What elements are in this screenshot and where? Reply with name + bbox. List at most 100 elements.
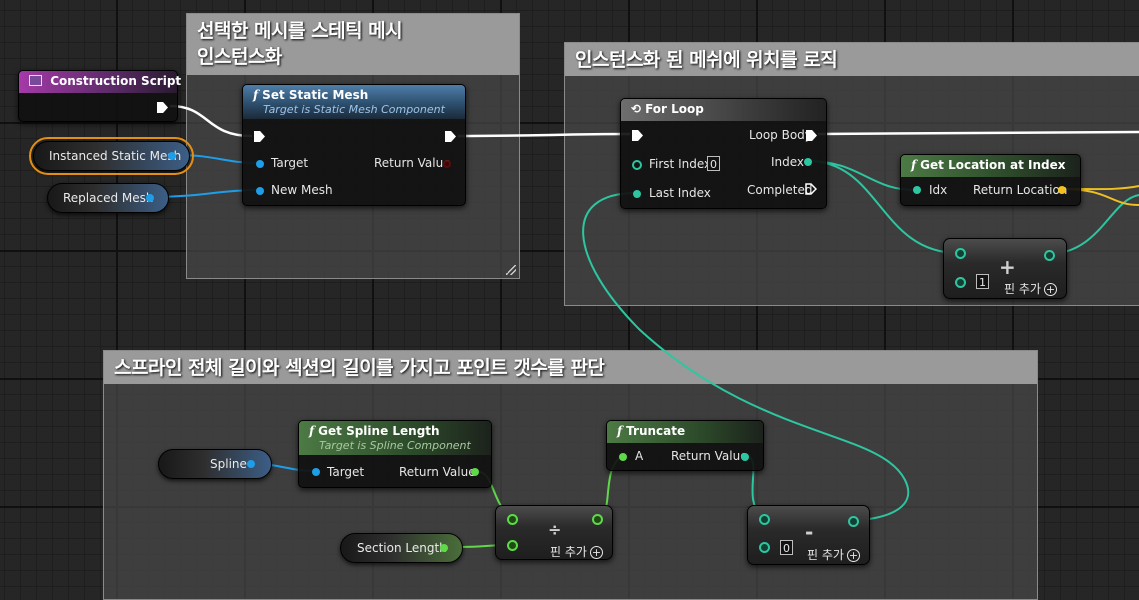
return-location-pin[interactable] [1058, 186, 1066, 194]
input-pin-a[interactable] [507, 514, 518, 525]
add-pin-label: 핀 추가 [1004, 282, 1041, 296]
add-pin-button[interactable]: 핀 추가 + [1004, 280, 1057, 297]
exec-out-pin[interactable] [445, 131, 456, 142]
pin-label-new-mesh: New Mesh [271, 183, 333, 197]
a-pin[interactable] [619, 453, 627, 461]
input-b-value[interactable]: 1 [976, 274, 989, 289]
pin-label-index: Index [771, 155, 805, 169]
input-pin-b[interactable] [507, 540, 518, 551]
function-icon: f [253, 88, 259, 102]
node-title: For Loop [645, 102, 704, 116]
last-index-pin[interactable] [633, 190, 641, 198]
plus-circle-icon: + [1043, 283, 1057, 296]
comment-title-line: 인스턴스화 [197, 46, 282, 68]
pin-label-return-value: Return Value [374, 156, 451, 170]
pin-label-target: Target [271, 156, 309, 170]
event-icon [29, 75, 42, 86]
function-icon: f [309, 424, 315, 438]
node-subtitle: Target is Static Mesh Component [263, 103, 445, 116]
truncate-node[interactable]: f Truncate A Return Value [606, 420, 764, 471]
node-title: Construction Script [50, 74, 182, 88]
first-index-input[interactable]: 0 [707, 156, 720, 171]
first-index-pin[interactable] [632, 160, 642, 170]
comment-title: 스프라인 전체 길이와 섹션의 길이를 가지고 포인트 갯수를 판단 [104, 351, 1037, 384]
add-pin-button[interactable]: 핀 추가 + [550, 543, 603, 560]
pin-label-return-location: Return Location [973, 183, 1068, 197]
object-out-pin[interactable] [247, 460, 255, 468]
target-pin[interactable] [256, 160, 264, 168]
new-mesh-pin[interactable] [256, 187, 264, 195]
add-pin-button[interactable]: 핀 추가 + [807, 546, 860, 563]
object-out-pin[interactable] [168, 152, 176, 160]
node-title: Truncate [626, 424, 686, 438]
return-value-pin[interactable] [741, 453, 749, 461]
add-int-node[interactable]: 1 + 핀 추가 + [943, 238, 1067, 299]
node-header: ⟲ For Loop [621, 99, 826, 121]
exec-in-pin[interactable] [632, 130, 643, 141]
input-b-value[interactable]: 0 [780, 540, 793, 555]
instanced-static-mesh-variable[interactable]: Instanced Static Mesh [29, 137, 194, 175]
node-title: Set Static Mesh [262, 88, 369, 102]
construction-script-node[interactable]: Construction Script [18, 70, 182, 122]
output-pin[interactable] [1044, 250, 1055, 261]
pin-label-last-index: Last Index [649, 186, 711, 200]
function-icon: f [617, 424, 623, 438]
completed-exec-pin[interactable] [805, 183, 817, 195]
pin-label-a: A [635, 449, 644, 463]
exec-in-pin[interactable] [254, 131, 265, 142]
comment-title: 인스턴스화 된 메쉬에 위치를 로직 [565, 43, 1139, 76]
pin-label-return-value: Return Value [671, 449, 748, 463]
pin-label-return-value: Return Value [399, 465, 476, 479]
subtract-operator-icon: - [805, 520, 814, 544]
node-header: f Get Location at Index [901, 155, 1080, 177]
idx-pin[interactable] [913, 186, 921, 194]
variable-label: Instanced Static Mesh [49, 149, 182, 163]
input-pin-a[interactable] [759, 514, 770, 525]
comment-title: 선택한 메시를 스테틱 메시 인스턴스화 [187, 14, 519, 75]
node-title: Get Location at Index [920, 158, 1066, 172]
input-pin-b[interactable] [955, 277, 966, 288]
object-out-pin[interactable] [146, 194, 154, 202]
get-location-at-index-node[interactable]: f Get Location at Index Idx Return Locati… [900, 154, 1081, 206]
add-pin-label: 핀 추가 [807, 548, 844, 562]
section-length-variable[interactable]: Section Length [340, 533, 463, 563]
node-header: f Truncate [607, 421, 763, 443]
add-operator-icon: + [999, 255, 1016, 279]
divide-float-node[interactable]: ÷ 핀 추가 + [495, 505, 613, 560]
node-subtitle: Target is Spline Component [319, 439, 471, 452]
for-loop-node[interactable]: ⟲ For Loop Loop Body First Index 0 Index … [620, 98, 827, 209]
pin-label-completed: Completed [747, 183, 813, 197]
subtract-int-node[interactable]: 0 - 핀 추가 + [747, 505, 870, 565]
set-static-mesh-node[interactable]: f Set Static Mesh Target is Static Mesh C… [242, 84, 466, 206]
index-pin[interactable] [804, 158, 812, 166]
spline-variable[interactable]: Spline [158, 449, 272, 479]
comment-title-line: 선택한 메시를 스테틱 메시 [197, 20, 403, 42]
pin-label-first-index: First Index [649, 157, 712, 171]
pin-label-idx: Idx [929, 183, 948, 197]
input-pin-a[interactable] [955, 248, 966, 259]
float-out-pin[interactable] [440, 544, 448, 552]
get-spline-length-node[interactable]: f Get Spline Length Target is Spline Comp… [298, 420, 492, 488]
target-pin[interactable] [312, 468, 320, 476]
output-pin[interactable] [848, 516, 859, 527]
function-icon: f [911, 158, 917, 172]
output-pin[interactable] [592, 514, 603, 525]
add-pin-label: 핀 추가 [550, 545, 587, 559]
plus-circle-icon: + [589, 546, 603, 559]
loop-icon: ⟲ [631, 102, 642, 116]
variable-label: Spline [210, 457, 247, 471]
loop-body-exec-pin[interactable] [806, 130, 817, 141]
return-value-pin[interactable] [443, 160, 451, 168]
exec-out-pin[interactable] [157, 102, 168, 113]
node-header: f Set Static Mesh Target is Static Mesh C… [243, 85, 465, 119]
node-title: Get Spline Length [318, 424, 440, 438]
variable-label: Replaced Mesh [63, 191, 154, 205]
pin-label-target: Target [327, 465, 365, 479]
divide-operator-icon: ÷ [548, 520, 562, 539]
replaced-mesh-variable[interactable]: Replaced Mesh [47, 183, 169, 213]
variable-label: Section Length [357, 541, 447, 555]
input-pin-b[interactable] [759, 542, 770, 553]
pin-label-loop-body: Loop Body [749, 128, 812, 142]
return-value-pin[interactable] [471, 468, 479, 476]
resize-grip[interactable] [506, 265, 516, 275]
